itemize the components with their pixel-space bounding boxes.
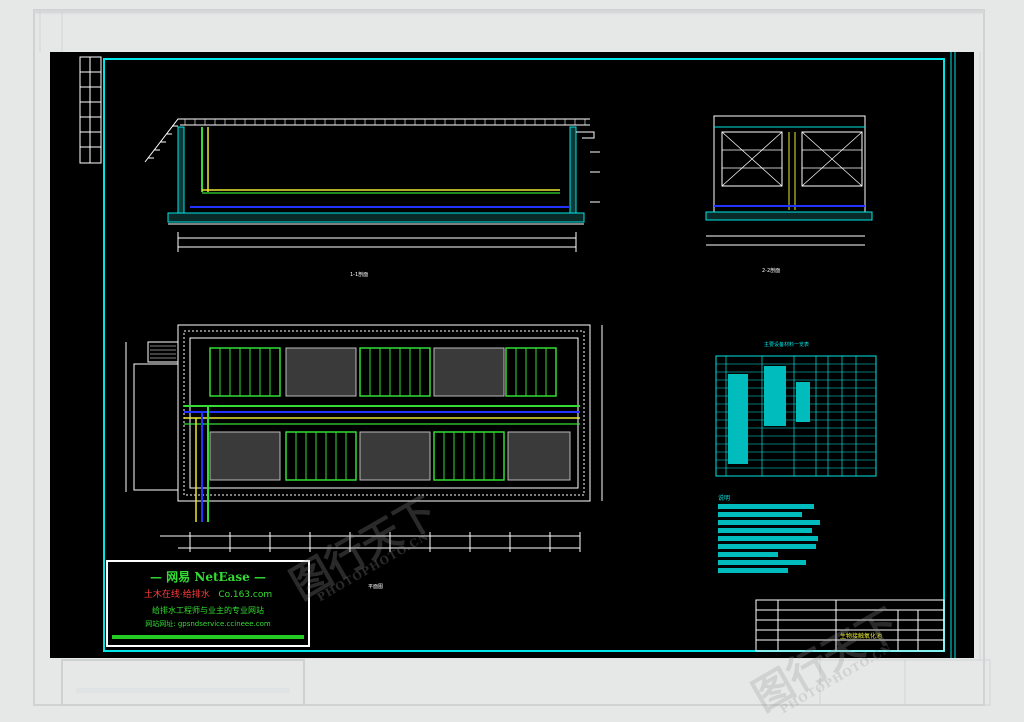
binding-strip <box>79 56 102 164</box>
table-title: 主要设备材料一览表 <box>764 341 809 348</box>
stamp-site: Co.163.com <box>218 590 273 600</box>
section-2-2-title: 2-2剖面 <box>762 267 780 274</box>
stamp-section-line: 土木在线·给排水 Co.163.com <box>108 587 308 600</box>
stamp-brand: — 网易 NetEase — <box>150 570 266 584</box>
stamp-section: 土木在线·给排水 <box>143 590 210 600</box>
cad-drawing-canvas[interactable]: 1-1剖面 2-2剖面 平面图 主要设备材料一览表 说明 生物接触氧化池 — 网… <box>50 52 974 658</box>
netease-stamp: — 网易 NetEase — 土木在线·给排水 Co.163.com 给排水工程… <box>106 560 310 647</box>
plan-view <box>125 324 603 552</box>
title-block <box>755 599 945 652</box>
equipment-table <box>715 355 877 477</box>
notes-title: 说明 <box>718 494 730 502</box>
title-block-name: 生物接触氧化池 <box>840 632 882 640</box>
notes-text-block <box>718 504 820 573</box>
stamp-bar <box>112 635 304 639</box>
stamp-slogan: 给排水工程师与业主的专业网站 <box>152 606 264 615</box>
plan-title: 平面图 <box>368 584 383 590</box>
section-1-1 <box>144 118 600 252</box>
section-2-2 <box>705 115 873 246</box>
section-1-1-title: 1-1剖面 <box>350 271 368 278</box>
stamp-url: 网站网址: gpsndservice.ccineee.com <box>145 620 271 628</box>
